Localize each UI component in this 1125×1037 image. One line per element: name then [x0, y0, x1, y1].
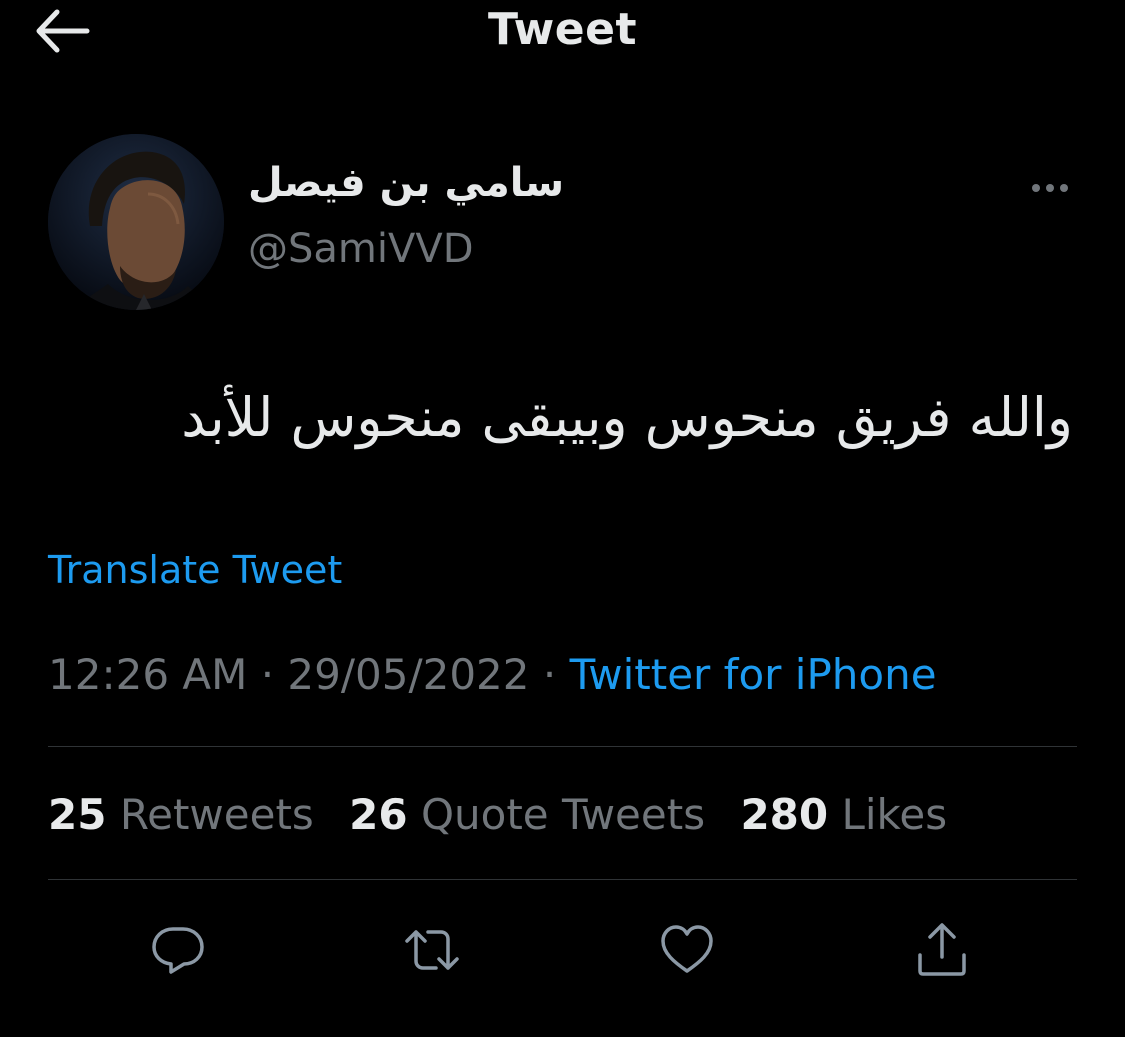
profile-photo [48, 134, 224, 310]
quote-tweets-label: Quote Tweets [420, 790, 706, 839]
more-dots-icon [1060, 184, 1068, 192]
more-dots-icon [1032, 184, 1040, 192]
share-button[interactable] [910, 918, 974, 982]
like-icon [661, 925, 713, 973]
meta-separator: · [247, 650, 288, 699]
retweet-icon [405, 930, 459, 970]
tweet-text: والله فريق منحوس وبيبقى منحوس للأبد [181, 386, 1073, 449]
quote-tweets-count: 26 [349, 790, 408, 839]
retweets-count: 25 [48, 790, 107, 839]
reply-icon [152, 927, 204, 974]
tweet-stats: 25 Retweets 26 Quote Tweets 280 Likes [48, 790, 969, 839]
user-handle[interactable]: @SamiVVD [248, 226, 474, 272]
like-button[interactable] [655, 918, 719, 982]
tweet-detail-page: Tweet سامي بن فيصل @SamiVVD والله فريق م… [0, 0, 1125, 1037]
retweet-button[interactable] [400, 918, 464, 982]
page-title: Tweet [487, 4, 638, 55]
tweet-time: 12:26 AM [48, 650, 248, 699]
translate-tweet-link[interactable]: Translate Tweet [48, 548, 342, 592]
retweets-label: Retweets [119, 790, 314, 839]
more-options-button[interactable] [1022, 170, 1078, 206]
more-dots-icon [1046, 184, 1054, 192]
share-icon [918, 923, 966, 976]
likes-count: 280 [740, 790, 829, 839]
display-name[interactable]: سامي بن فيصل [248, 160, 564, 206]
quote-tweets-stat[interactable]: 26 Quote Tweets [349, 790, 705, 839]
tweet-date: 29/05/2022 [287, 650, 530, 699]
retweets-stat[interactable]: 25 Retweets [48, 790, 314, 839]
meta-separator: · [529, 650, 570, 699]
tweet-meta: 12:26 AM · 29/05/2022 · Twitter for iPho… [48, 650, 937, 699]
top-bar: Tweet [0, 0, 1125, 90]
likes-stat[interactable]: 280 Likes [740, 790, 947, 839]
reply-button[interactable] [146, 918, 210, 982]
divider [48, 879, 1077, 880]
avatar[interactable] [48, 134, 224, 310]
divider [48, 746, 1077, 747]
tweet-source-link[interactable]: Twitter for iPhone [570, 650, 937, 699]
likes-label: Likes [841, 790, 948, 839]
